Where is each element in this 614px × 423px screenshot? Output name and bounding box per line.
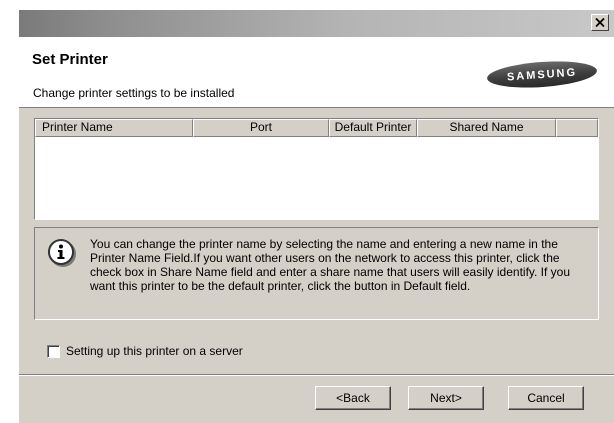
page-title: Set Printer xyxy=(32,51,108,68)
info-message: You can change the printer name by selec… xyxy=(90,237,571,293)
cancel-button[interactable]: Cancel xyxy=(508,386,584,410)
dialog-header: Set Printer Change printer settings to b… xyxy=(19,37,614,108)
info-icon xyxy=(48,239,74,265)
logo-text: SAMSUNG xyxy=(506,66,578,83)
server-checkbox-label[interactable]: Setting up this printer on a server xyxy=(66,344,243,358)
server-option[interactable]: Setting up this printer on a server xyxy=(47,344,243,358)
printer-list[interactable]: Printer Name Port Default Printer Shared… xyxy=(34,118,599,220)
next-button[interactable]: Next> xyxy=(408,386,484,410)
title-bar xyxy=(19,10,614,37)
server-checkbox[interactable] xyxy=(47,344,60,358)
footer-separator xyxy=(19,374,614,376)
info-panel: You can change the printer name by selec… xyxy=(34,227,599,320)
installer-window: Set Printer Change printer settings to b… xyxy=(19,10,614,423)
printer-list-header: Printer Name Port Default Printer Shared… xyxy=(35,119,598,137)
back-button[interactable]: <Back xyxy=(315,386,391,410)
close-icon xyxy=(595,18,605,27)
column-default-printer[interactable]: Default Printer xyxy=(329,119,417,137)
page-subtitle: Change printer settings to be installed xyxy=(33,86,235,100)
samsung-logo: SAMSUNG xyxy=(486,58,598,91)
column-printer-name[interactable]: Printer Name xyxy=(35,119,193,137)
column-empty xyxy=(556,119,598,137)
close-button[interactable] xyxy=(591,14,609,31)
column-shared-name[interactable]: Shared Name xyxy=(417,119,556,137)
column-port[interactable]: Port xyxy=(193,119,329,137)
